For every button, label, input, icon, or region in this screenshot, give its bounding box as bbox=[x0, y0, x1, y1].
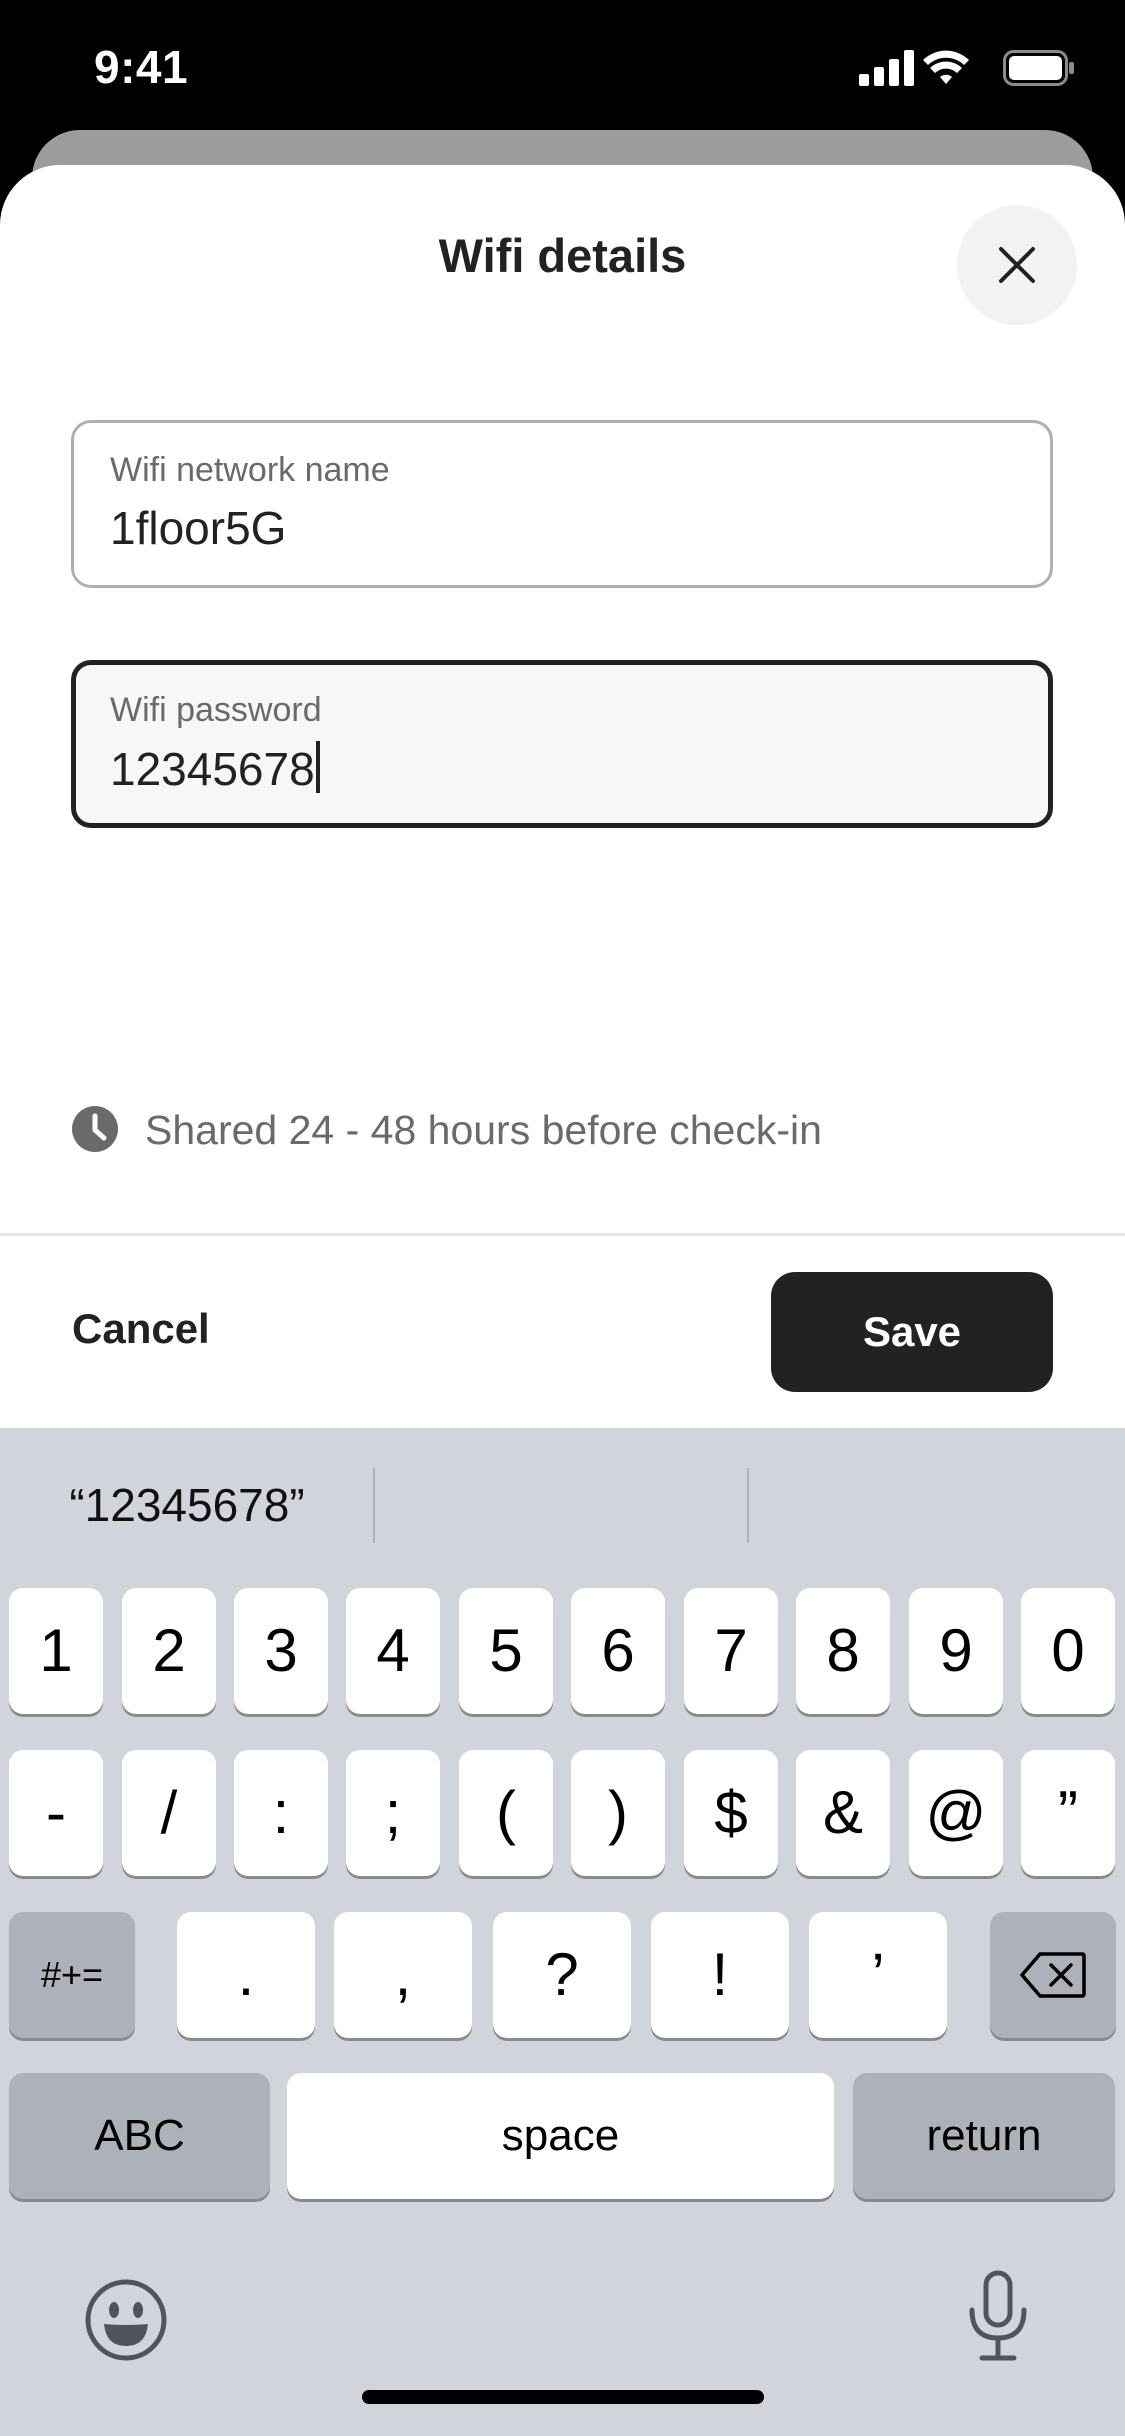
close-button[interactable] bbox=[957, 205, 1077, 325]
space-key[interactable]: space bbox=[287, 2073, 834, 2199]
key-colon[interactable]: : bbox=[234, 1750, 328, 1876]
emoji-button[interactable] bbox=[84, 2278, 168, 2362]
key-3[interactable]: 3 bbox=[234, 1588, 328, 1714]
microphone-icon bbox=[969, 2270, 1027, 2361]
key-6[interactable]: 6 bbox=[571, 1588, 665, 1714]
emoji-icon bbox=[85, 2279, 167, 2361]
key-abc[interactable]: ABC bbox=[9, 2073, 270, 2199]
key-1[interactable]: 1 bbox=[9, 1588, 103, 1714]
key-apostrophe[interactable]: ’ bbox=[809, 1912, 947, 2038]
close-icon bbox=[999, 247, 1035, 283]
key-dollar[interactable]: $ bbox=[684, 1750, 778, 1876]
text-caret bbox=[315, 741, 320, 793]
schedule-text: Shared 24 - 48 hours before check-in bbox=[145, 1107, 822, 1153]
status-time: 9:41 bbox=[94, 41, 189, 93]
suggestion-divider bbox=[373, 1468, 375, 1543]
sheet-title: Wifi details bbox=[438, 229, 687, 282]
key-symbols[interactable]: #+= bbox=[9, 1912, 135, 2038]
key-hyphen[interactable]: - bbox=[9, 1750, 103, 1876]
field-label: Wifi network name bbox=[110, 451, 390, 489]
wifi-icon bbox=[923, 50, 969, 84]
key-question[interactable]: ? bbox=[493, 1912, 631, 2038]
wifi-password-field[interactable]: Wifi password 12345678 bbox=[71, 660, 1053, 828]
key-7[interactable]: 7 bbox=[684, 1588, 778, 1714]
suggestion-divider bbox=[747, 1468, 749, 1543]
battery-icon bbox=[1003, 50, 1074, 86]
key-semicolon[interactable]: ; bbox=[346, 1750, 440, 1876]
key-ampersand[interactable]: & bbox=[796, 1750, 890, 1876]
key-close-paren[interactable]: ) bbox=[571, 1750, 665, 1876]
key-open-paren[interactable]: ( bbox=[459, 1750, 553, 1876]
status-bar: 9:41 bbox=[0, 0, 1125, 135]
suggestion-item[interactable]: “12345678” bbox=[0, 1478, 374, 1532]
key-0[interactable]: 0 bbox=[1021, 1588, 1115, 1714]
field-label: Wifi password bbox=[110, 691, 322, 729]
field-value-wrapper: 12345678 bbox=[110, 741, 320, 796]
field-value: 1floor5G bbox=[110, 502, 287, 554]
save-button[interactable]: Save bbox=[771, 1272, 1053, 1392]
divider bbox=[0, 1233, 1125, 1236]
wifi-network-name-field[interactable]: Wifi network name 1floor5G bbox=[71, 420, 1053, 588]
backspace-key[interactable] bbox=[990, 1912, 1116, 2038]
cancel-button[interactable]: Cancel bbox=[72, 1305, 210, 1353]
backspace-icon bbox=[1020, 1952, 1086, 1998]
home-indicator bbox=[362, 2390, 764, 2404]
password-value: 12345678 bbox=[110, 743, 315, 795]
wifi-details-sheet: Wifi details Wifi network name 1floor5G … bbox=[0, 165, 1125, 1430]
key-at[interactable]: @ bbox=[909, 1750, 1003, 1876]
return-key[interactable]: return bbox=[853, 2073, 1115, 2199]
key-comma[interactable]: , bbox=[334, 1912, 472, 2038]
clock-icon bbox=[72, 1106, 118, 1152]
key-slash[interactable]: / bbox=[122, 1750, 216, 1876]
key-exclamation[interactable]: ! bbox=[651, 1912, 789, 2038]
key-9[interactable]: 9 bbox=[909, 1588, 1003, 1714]
key-8[interactable]: 8 bbox=[796, 1588, 890, 1714]
keyboard: “12345678” 1 2 3 4 5 6 7 8 9 0 - / : ; (… bbox=[0, 1428, 1125, 2436]
key-quote[interactable]: ” bbox=[1021, 1750, 1115, 1876]
signal-icon bbox=[859, 50, 914, 86]
key-4[interactable]: 4 bbox=[346, 1588, 440, 1714]
key-period[interactable]: . bbox=[177, 1912, 315, 2038]
key-5[interactable]: 5 bbox=[459, 1588, 553, 1714]
dictation-button[interactable] bbox=[966, 2270, 1030, 2362]
key-2[interactable]: 2 bbox=[122, 1588, 216, 1714]
